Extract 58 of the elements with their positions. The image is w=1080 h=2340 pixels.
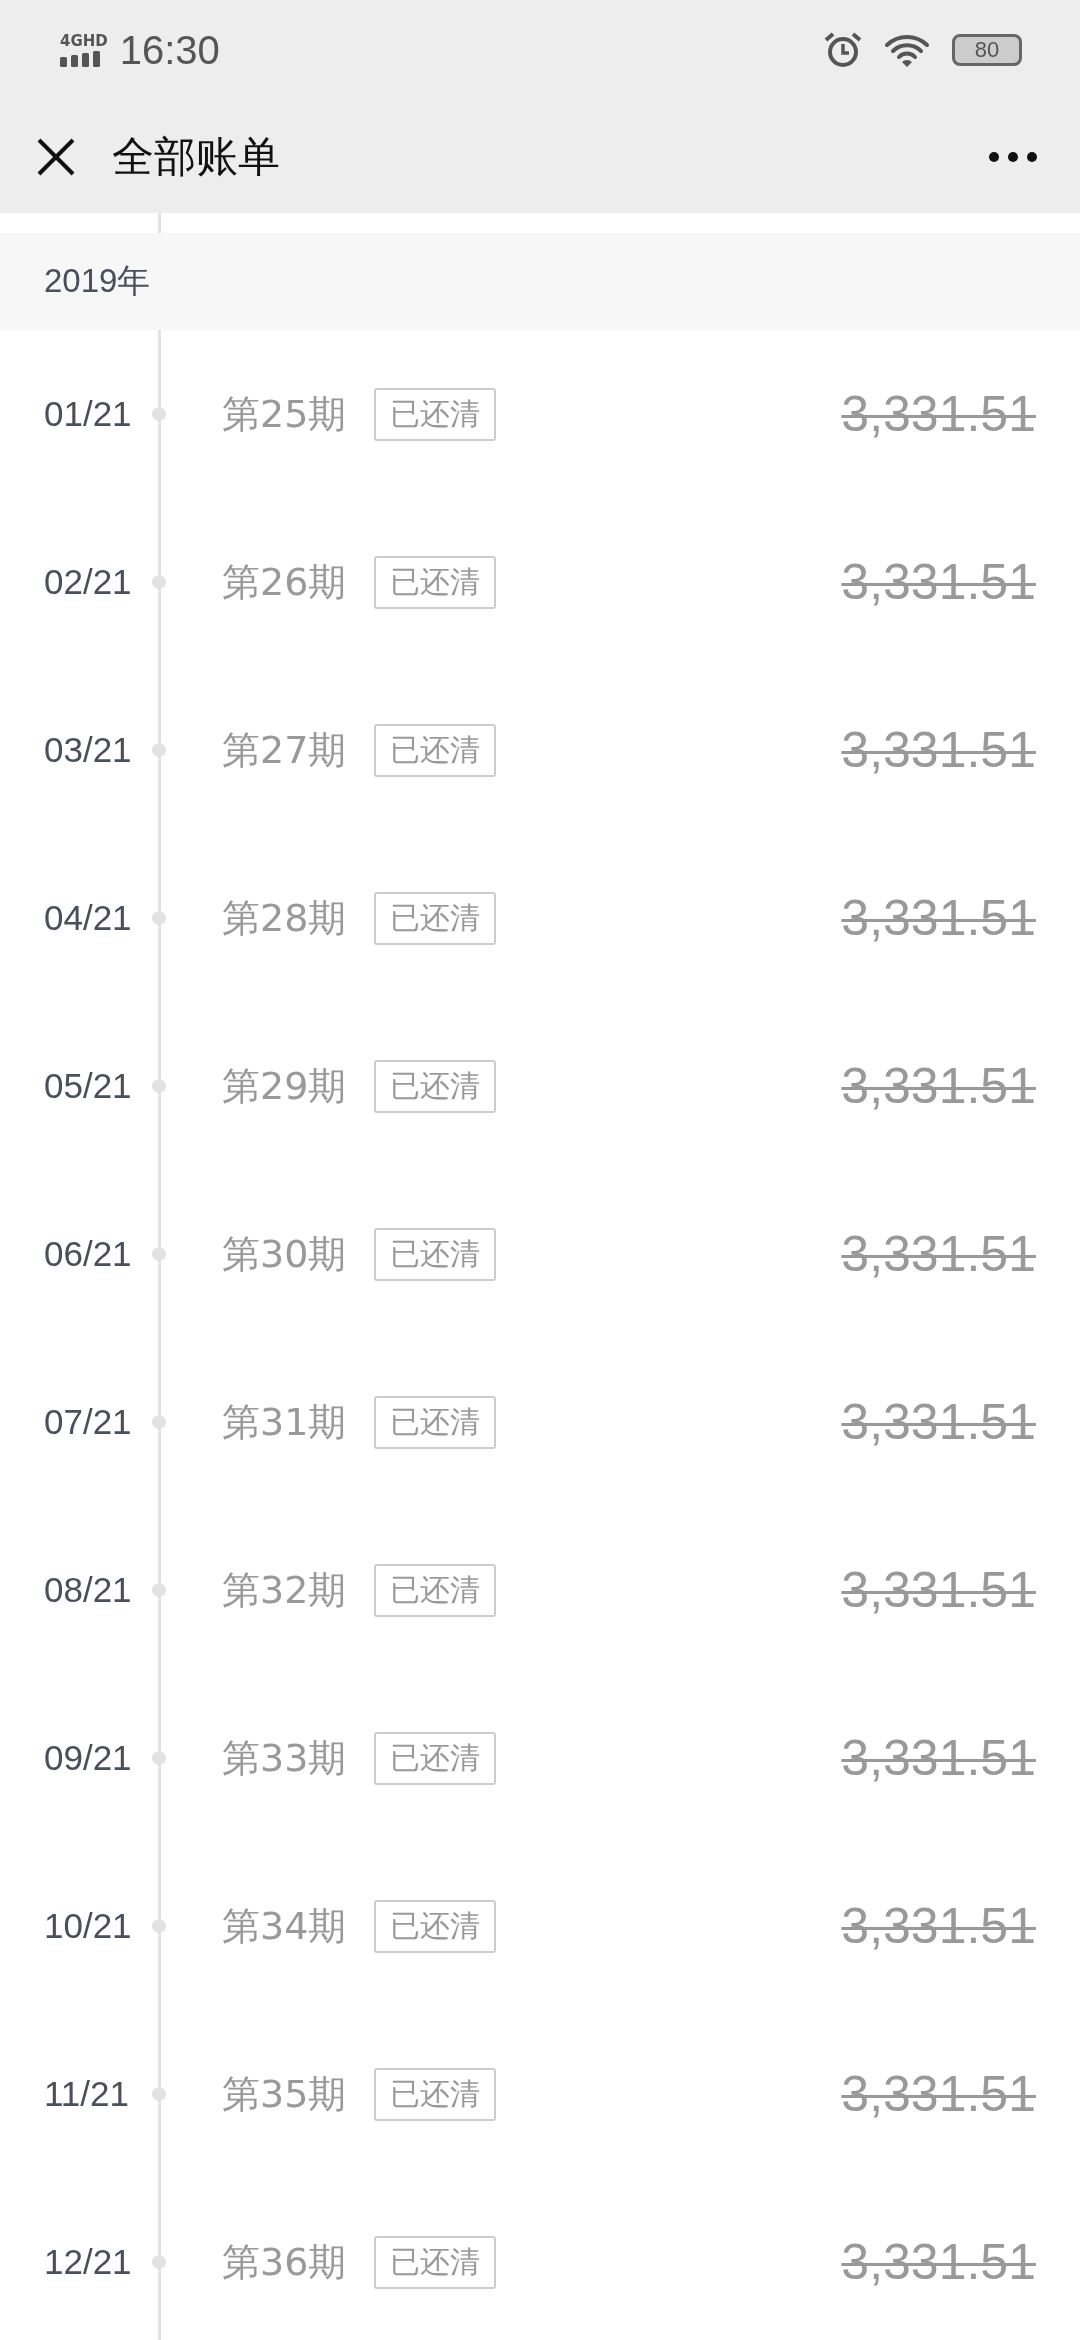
status-tag: 已还清 xyxy=(374,1731,497,1785)
bill-date: 10/21 xyxy=(43,1906,133,1946)
period-label: 第31期 xyxy=(222,1398,347,1446)
alarm-icon xyxy=(824,32,862,68)
period-label: 第30期 xyxy=(222,1230,347,1278)
bill-amount: 3,331.51 xyxy=(841,1561,1036,1619)
bill-date: 01/21 xyxy=(43,394,133,434)
status-tag: 已还清 xyxy=(374,387,497,441)
bill-date: 03/21 xyxy=(43,730,133,770)
bill-date: 04/21 xyxy=(43,898,133,938)
status-tag: 已还清 xyxy=(374,2235,497,2289)
bill-date: 09/21 xyxy=(43,1738,133,1778)
period-label: 第32期 xyxy=(222,1566,347,1614)
signal-icon xyxy=(60,50,100,67)
page-title: 全部账单 xyxy=(112,130,281,183)
period-label: 第27期 xyxy=(222,726,347,774)
more-icon[interactable] xyxy=(988,150,1038,163)
wifi-icon xyxy=(884,33,930,67)
clock-time: 16:30 xyxy=(119,27,220,73)
period-label: 第25期 xyxy=(222,390,347,438)
period-label: 第33期 xyxy=(222,1734,347,1782)
status-tag: 已还清 xyxy=(374,723,497,777)
bill-date: 07/21 xyxy=(43,1402,133,1442)
bill-amount: 3,331.51 xyxy=(841,1393,1036,1451)
period-label: 第36期 xyxy=(222,2238,347,2286)
bill-date: 05/21 xyxy=(43,1066,133,1106)
bill-amount: 3,331.51 xyxy=(841,2065,1036,2123)
bill-amount: 3,331.51 xyxy=(841,1897,1036,1955)
bill-date: 02/21 xyxy=(43,562,133,602)
bill-date: 12/21 xyxy=(43,2242,133,2282)
bill-amount: 3,331.51 xyxy=(841,385,1036,443)
status-tag: 已还清 xyxy=(374,1059,497,1113)
period-label: 第26期 xyxy=(222,558,347,606)
bill-amount: 3,331.51 xyxy=(841,889,1036,947)
year-label: 2019年 xyxy=(44,261,151,301)
period-label: 第35期 xyxy=(222,2070,347,2118)
bill-date: 06/21 xyxy=(43,1234,133,1274)
network-type: 4GHD xyxy=(60,33,108,49)
status-tag: 已还清 xyxy=(374,555,497,609)
period-label: 第29期 xyxy=(222,1062,347,1110)
bill-amount: 3,331.51 xyxy=(841,2233,1036,2291)
period-label: 第34期 xyxy=(222,1902,347,1950)
status-tag: 已还清 xyxy=(374,1563,497,1617)
bill-amount: 3,331.51 xyxy=(841,1225,1036,1283)
status-tag: 已还清 xyxy=(374,2067,497,2121)
status-tag: 已还清 xyxy=(374,1899,497,1953)
status-tag: 已还清 xyxy=(374,1227,497,1281)
bill-amount: 3,331.51 xyxy=(841,553,1036,611)
bill-date: 08/21 xyxy=(43,1570,133,1610)
bill-amount: 3,331.51 xyxy=(841,1729,1036,1787)
status-tag: 已还清 xyxy=(374,891,497,945)
bill-amount: 3,331.51 xyxy=(841,1057,1036,1115)
bill-date: 11/21 xyxy=(43,2074,130,2114)
status-tag: 已还清 xyxy=(374,1395,497,1449)
bill-amount: 3,331.51 xyxy=(841,721,1036,779)
period-label: 第28期 xyxy=(222,894,347,942)
battery-icon: 80 xyxy=(952,34,1022,66)
close-icon[interactable] xyxy=(36,136,76,177)
